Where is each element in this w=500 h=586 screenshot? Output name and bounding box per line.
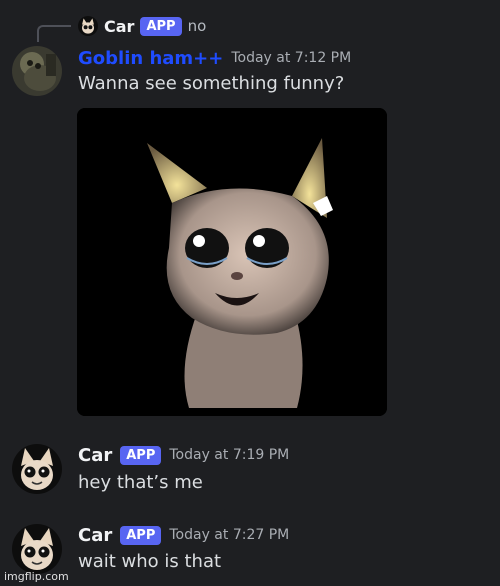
message-text: Wanna see something funny? [78,73,345,94]
message-timestamp[interactable]: Today at 7:19 PM [169,447,289,463]
message-text: hey that’s me [78,472,203,493]
car-avatar[interactable] [12,524,62,574]
message-header: Goblin ham++ Today at 7:12 PM [78,46,351,70]
app-badge: APP [120,445,162,465]
message-header: Car APP Today at 7:27 PM [78,523,289,547]
message-username[interactable]: Goblin ham++ [78,48,223,69]
message-header: Car APP Today at 7:19 PM [78,443,289,467]
app-badge: APP [140,16,182,36]
car-avatar[interactable] [12,444,62,494]
reply-username[interactable]: Car [104,17,134,36]
reply-snippet[interactable]: no [188,17,207,35]
message-timestamp[interactable]: Today at 7:12 PM [231,50,351,66]
cat-image-icon [77,108,387,416]
app-badge: APP [120,525,162,545]
image-attachment[interactable] [77,108,387,416]
goblin-avatar[interactable] [12,46,62,96]
reply-connector-line [37,25,71,42]
reply-context[interactable]: Car APP no [78,14,206,38]
message-username[interactable]: Car [78,525,112,546]
car-avatar-mini[interactable] [78,16,98,36]
message-username[interactable]: Car [78,445,112,466]
message-timestamp[interactable]: Today at 7:27 PM [169,527,289,543]
message-text: wait who is that [78,551,222,572]
watermark: imgflip.com [4,570,69,583]
